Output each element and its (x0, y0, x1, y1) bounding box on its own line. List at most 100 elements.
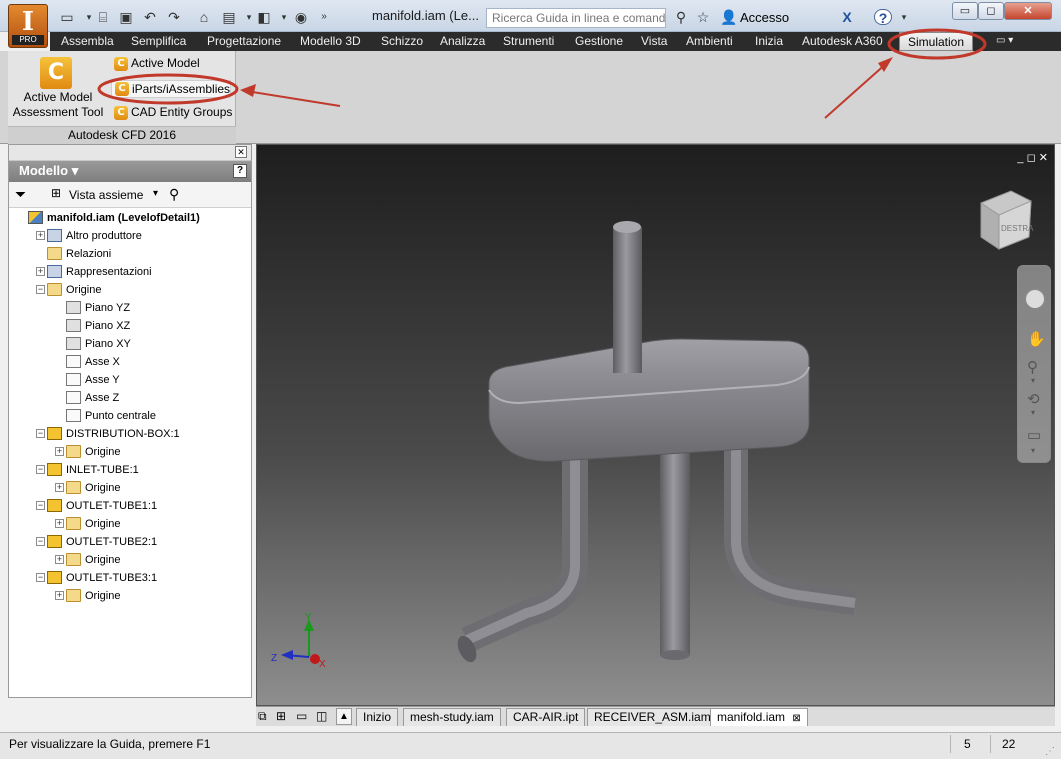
collapse-icon[interactable]: − (36, 429, 45, 438)
expand-icon[interactable]: + (36, 267, 45, 276)
image-icon[interactable]: ▤ (220, 9, 238, 25)
tab-gestione[interactable]: Gestione (575, 32, 623, 51)
resize-grip-icon[interactable]: ⋰ (1045, 746, 1055, 757)
redo-icon[interactable]: ↷ (165, 9, 183, 25)
tree-node[interactable]: − Origine (9, 281, 249, 299)
dropdown-arrow-icon[interactable]: ▾ (275, 9, 293, 25)
tab-semplifica[interactable]: Semplifica (131, 32, 186, 51)
tree-node[interactable]: Relazioni (9, 245, 249, 263)
pan-hand-icon[interactable]: ✋ (1027, 330, 1046, 348)
doc-tab-receiver-asm[interactable]: RECEIVER_ASM.iam (587, 708, 718, 726)
filter-icon[interactable]: ⏷ (15, 186, 26, 203)
tree-node[interactable]: − DISTRIBUTION-BOX:1 (9, 425, 249, 443)
tree-node[interactable]: + Rappresentazioni (9, 263, 249, 281)
tab-inizia[interactable]: Inizia (755, 32, 783, 51)
undo-icon[interactable]: ↶ (141, 9, 159, 25)
tab-overflow-button[interactable]: ▭ ▾ (996, 32, 1013, 51)
cad-entity-groups-button[interactable]: C CAD Entity Groups (111, 104, 232, 122)
outlet-tube-2[interactable] (660, 443, 690, 660)
browser-grip[interactable]: ✕ (9, 145, 251, 161)
binoculars-icon[interactable]: ⚲ (672, 9, 690, 25)
tab-assembla[interactable]: Assembla (61, 32, 114, 51)
expand-icon[interactable]: + (55, 447, 64, 456)
close-icon[interactable]: ✕ (235, 146, 247, 158)
dropdown-arrow-icon[interactable]: ▾ (895, 9, 913, 25)
tree-node[interactable]: Punto centrale (9, 407, 249, 425)
save-icon[interactable]: ▣ (117, 9, 135, 25)
orbit-icon[interactable]: ⟲ (1027, 390, 1040, 408)
binoculars-icon[interactable]: ⚲ (169, 186, 179, 203)
tree-node[interactable]: + Origine (9, 587, 249, 605)
sign-in-link[interactable]: Accesso (740, 10, 789, 25)
tile-windows-icon[interactable]: ⧉ (258, 709, 267, 724)
tree-node[interactable]: − OUTLET-TUBE3:1 (9, 569, 249, 587)
tree-node[interactable]: Asse Z (9, 389, 249, 407)
folder-open-icon[interactable]: ⌸ (94, 9, 112, 25)
zoom-icon[interactable]: ⚲ (1027, 358, 1038, 376)
tree-node[interactable]: Asse Y (9, 371, 249, 389)
view-selector[interactable]: Vista assieme (69, 188, 143, 202)
minimize-button[interactable]: ▭ (952, 2, 978, 20)
active-model-button[interactable]: C Active Model (111, 55, 200, 73)
expand-icon[interactable]: + (55, 591, 64, 600)
new-file-icon[interactable]: ▭ (58, 9, 76, 25)
doc-tab-manifold[interactable]: manifold.iam ⊠ (710, 708, 808, 726)
tree-node[interactable]: + Origine (9, 443, 249, 461)
tile-horizontal-icon[interactable]: ▭ (296, 709, 307, 723)
collapse-icon[interactable]: − (36, 537, 45, 546)
tab-analizza[interactable]: Analizza (440, 32, 485, 51)
doc-tab-inizio[interactable]: Inizio (356, 708, 399, 726)
expand-icon[interactable]: + (55, 483, 64, 492)
collapse-icon[interactable]: − (36, 285, 45, 294)
active-model-assessment-button[interactable]: Active Model Assessment Tool (8, 90, 108, 120)
collapse-icon[interactable]: − (36, 465, 45, 474)
chevron-down-icon[interactable]: ▾ (1031, 408, 1035, 417)
close-icon[interactable]: ⊠ (792, 713, 800, 724)
help-search-input[interactable]: Ricerca Guida in linea e comand (486, 8, 666, 28)
tab-strumenti[interactable]: Strumenti (503, 32, 554, 51)
chevron-down-icon[interactable]: ▾ (1031, 446, 1035, 455)
collapse-icon[interactable]: − (36, 573, 45, 582)
tree-node[interactable]: − INLET-TUBE:1 (9, 461, 249, 479)
expand-icon[interactable]: + (55, 519, 64, 528)
browser-title[interactable]: Modello ▾ ? (9, 161, 251, 182)
arrange-up-icon[interactable]: ▲ (336, 708, 352, 725)
tree-node[interactable]: + Altro produttore (9, 227, 249, 245)
tab-autodesk-a360[interactable]: Autodesk A360 (802, 32, 883, 51)
tree-node[interactable]: manifold.iam (LevelofDetail1) (9, 209, 249, 227)
material-icon[interactable]: ◧ (255, 9, 273, 25)
doc-tab-car-air[interactable]: CAR-AIR.ipt (506, 708, 586, 726)
expand-icon[interactable]: + (36, 231, 45, 240)
appearance-icon[interactable]: ◉ (292, 9, 310, 25)
chevron-down-icon[interactable]: ▾ (153, 188, 158, 199)
tree-node[interactable]: Piano YZ (9, 299, 249, 317)
help-icon[interactable]: ? (233, 164, 247, 178)
iparts-iassemblies-button[interactable]: C iParts/iAssemblies (111, 80, 232, 98)
tab-ambienti[interactable]: Ambienti (686, 32, 733, 51)
viewcube[interactable]: DESTRA (980, 190, 1034, 250)
tab-schizzo[interactable]: Schizzo (381, 32, 423, 51)
graphics-window[interactable]: _ ◻ ✕ DESTRA Y Z X ✋ ⚲ ▾ ⟲ ▾ ▭ ▾ (256, 144, 1055, 706)
tree-node[interactable]: + Origine (9, 551, 249, 569)
tree-node[interactable]: − OUTLET-TUBE1:1 (9, 497, 249, 515)
tree-node[interactable]: − OUTLET-TUBE2:1 (9, 533, 249, 551)
model-canvas[interactable]: DESTRA Y Z X (257, 145, 1056, 707)
active-model-assessment-icon[interactable]: C (40, 57, 72, 89)
outlet-tube-1[interactable] (454, 455, 588, 665)
tree-node[interactable]: + Origine (9, 515, 249, 533)
tree-node[interactable]: Piano XZ (9, 317, 249, 335)
tab-simulation[interactable]: Simulation (899, 32, 974, 51)
help-icon[interactable]: ? (874, 9, 892, 26)
tree-node[interactable]: Piano XY (9, 335, 249, 353)
tab-modello-3d[interactable]: Modello 3D (300, 32, 361, 51)
tree-node[interactable]: Asse X (9, 353, 249, 371)
outlet-tube-3[interactable] (724, 435, 857, 615)
collapse-icon[interactable]: − (36, 501, 45, 510)
expand-icon[interactable]: + (55, 555, 64, 564)
home-icon[interactable]: ⌂ (195, 9, 213, 25)
tree-node[interactable]: + Origine (9, 479, 249, 497)
restore-button[interactable]: ◻ (978, 2, 1004, 20)
inlet-tube[interactable] (613, 221, 642, 373)
chevron-down-icon[interactable]: ▾ (1031, 376, 1035, 385)
more-icon[interactable]: » (315, 9, 333, 25)
